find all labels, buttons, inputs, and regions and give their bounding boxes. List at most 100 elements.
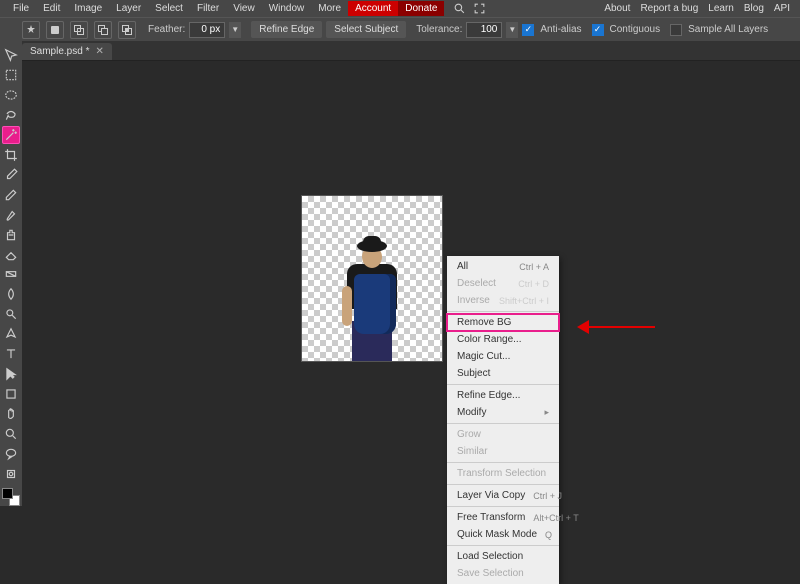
ctx-deselect: DeselectCtrl + D: [447, 275, 559, 292]
ctx-label: Remove BG: [457, 317, 511, 328]
options-bar: Feather: ▼ Refine Edge Select Subject To…: [0, 17, 800, 41]
menu-layer[interactable]: Layer: [109, 1, 148, 16]
menu-view[interactable]: View: [226, 1, 262, 16]
menu-donate[interactable]: Donate: [398, 1, 444, 16]
tool-brush[interactable]: [2, 206, 20, 224]
menubar: FileEditImageLayerSelectFilterViewWindow…: [0, 0, 800, 17]
tool-eyedropper[interactable]: [2, 166, 20, 184]
tool-zoom[interactable]: [2, 425, 20, 443]
sample-layers-label: Sample All Layers: [688, 24, 768, 35]
ctx-layer-via-copy[interactable]: Layer Via CopyCtrl + J: [447, 487, 559, 504]
tool-clone[interactable]: [2, 226, 20, 244]
menu-select[interactable]: Select: [148, 1, 190, 16]
refine-edge-button[interactable]: Refine Edge: [251, 21, 322, 38]
tool-rect-shape[interactable]: [2, 385, 20, 403]
canvas-area: AllCtrl + ADeselectCtrl + DInverseShift+…: [22, 61, 800, 506]
select-mode-sub-icon[interactable]: [94, 21, 112, 39]
tolerance-input[interactable]: [466, 22, 502, 38]
ctx-label: Quick Mask Mode: [457, 529, 537, 540]
ctx-transform-selection: Transform Selection: [447, 465, 559, 482]
ctx-subject[interactable]: Subject: [447, 365, 559, 382]
feather-label: Feather:: [148, 24, 185, 35]
tool-lasso[interactable]: [2, 106, 20, 124]
ctx-label: Layer Via Copy: [457, 490, 525, 501]
ctx-all[interactable]: All Ctrl + A: [447, 258, 559, 275]
ctx-label: All: [457, 261, 468, 272]
antialias-checkbox[interactable]: ✓: [522, 24, 534, 36]
ctx-shortcut: Alt+Ctrl + T: [533, 513, 578, 523]
ctx-shortcut: Ctrl + A: [519, 262, 549, 272]
ctx-refine-edge[interactable]: Refine Edge...: [447, 387, 559, 404]
tab-label: Sample.psd *: [30, 46, 89, 57]
ctx-label: Similar: [457, 446, 488, 457]
ctx-label: Load Selection: [457, 551, 523, 562]
tab-sample[interactable]: Sample.psd * ✕: [22, 43, 112, 60]
ctx-modify[interactable]: Modify▸: [447, 404, 559, 421]
tool-rect-marquee[interactable]: [2, 66, 20, 84]
context-menu: AllCtrl + ADeselectCtrl + DInverseShift+…: [447, 256, 559, 584]
menu-more[interactable]: More: [311, 1, 348, 16]
submenu-arrow-icon: ▸: [544, 407, 549, 418]
document-tabs: Sample.psd * ✕: [0, 41, 800, 61]
tool-pen[interactable]: [2, 325, 20, 343]
select-mode-new-icon[interactable]: [46, 21, 64, 39]
menu-image[interactable]: Image: [67, 1, 109, 16]
ctx-color-range[interactable]: Color Range...: [447, 331, 559, 348]
contiguous-label: Contiguous: [610, 24, 661, 35]
menu-file[interactable]: File: [6, 1, 36, 16]
toolbox: [0, 41, 22, 506]
tool-crop[interactable]: [2, 146, 20, 164]
sample-layers-checkbox[interactable]: [670, 24, 682, 36]
tool-hand[interactable]: [2, 405, 20, 423]
ctx-label: Color Range...: [457, 334, 521, 345]
menu-account[interactable]: Account: [348, 1, 398, 16]
search-icon[interactable]: [452, 2, 466, 16]
ctx-label: Free Transform: [457, 512, 525, 523]
tool-eraser[interactable]: [2, 246, 20, 264]
canvas[interactable]: [302, 196, 442, 361]
menu-separator: [447, 462, 559, 463]
ctx-shortcut: Q: [545, 530, 552, 540]
menu-separator: [447, 423, 559, 424]
link-report-a-bug[interactable]: Report a bug: [640, 3, 698, 14]
close-icon[interactable]: ✕: [95, 46, 103, 57]
menu-window[interactable]: Window: [262, 1, 312, 16]
ctx-free-transform[interactable]: Free TransformAlt+Ctrl + T: [447, 509, 559, 526]
menu-edit[interactable]: Edit: [36, 1, 67, 16]
tool-path-select[interactable]: [2, 365, 20, 383]
tool-notes[interactable]: [2, 445, 20, 463]
tool-move[interactable]: [2, 46, 20, 64]
select-subject-button[interactable]: Select Subject: [326, 21, 406, 38]
tool-pencil[interactable]: [2, 186, 20, 204]
color-swatches[interactable]: [2, 488, 20, 506]
ctx-grow: Grow: [447, 426, 559, 443]
feather-input[interactable]: [189, 22, 225, 38]
tool-text[interactable]: [2, 345, 20, 363]
ctx-label: Inverse: [457, 295, 490, 306]
ctx-label: Subject: [457, 368, 490, 379]
select-mode-add-icon[interactable]: [70, 21, 88, 39]
contiguous-checkbox[interactable]: ✓: [592, 24, 604, 36]
menu-filter[interactable]: Filter: [190, 1, 226, 16]
link-about[interactable]: About: [604, 3, 630, 14]
link-blog[interactable]: Blog: [744, 3, 764, 14]
tool-preset-icon[interactable]: [22, 21, 40, 39]
ctx-save-selection: Save Selection: [447, 565, 559, 582]
tool-magic-wand[interactable]: [2, 126, 20, 144]
ctx-magic-cut[interactable]: Magic Cut...: [447, 348, 559, 365]
select-mode-intersect-icon[interactable]: [118, 21, 136, 39]
tool-ellipse-marquee[interactable]: [2, 86, 20, 104]
tool-gradient[interactable]: [2, 266, 20, 284]
ctx-quick-mask-mode[interactable]: Quick Mask Mode Q: [447, 526, 559, 543]
ctx-load-selection[interactable]: Load Selection: [447, 548, 559, 565]
ctx-remove-bg[interactable]: Remove BG: [447, 314, 559, 331]
antialias-label: Anti-alias: [540, 24, 581, 35]
tool-dodge[interactable]: [2, 305, 20, 323]
link-learn[interactable]: Learn: [708, 3, 734, 14]
tool-tool-21[interactable]: [2, 465, 20, 483]
tolerance-dropdown-icon[interactable]: ▼: [506, 22, 518, 38]
feather-dropdown-icon[interactable]: ▼: [229, 22, 241, 38]
link-api[interactable]: API: [774, 3, 790, 14]
tool-blur[interactable]: [2, 285, 20, 303]
fullscreen-icon[interactable]: [472, 2, 486, 16]
